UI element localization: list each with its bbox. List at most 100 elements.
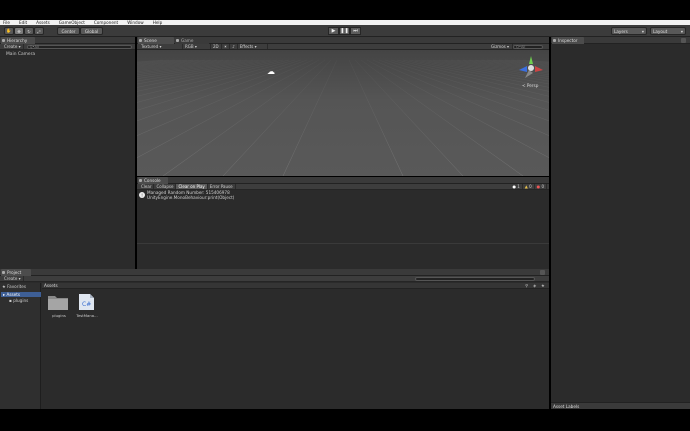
- tab-hierarchy[interactable]: Hierarchy: [1, 37, 35, 44]
- mode-2d-label: 2D: [213, 44, 219, 49]
- project-tree: ★ Favorites ▸ Assets ▪ plugins: [0, 283, 41, 409]
- inspector-icon: [553, 39, 556, 42]
- tab-project[interactable]: Project: [1, 269, 31, 276]
- persp-label[interactable]: < Persp: [522, 83, 538, 88]
- main-toolbar: ✋ ✥ ↻ ⤢ Center Global ▶ ❚❚ ⏭ Layers ▾ La…: [0, 25, 690, 37]
- scene-viewport[interactable]: ☁ < Persp: [137, 50, 549, 176]
- svg-text:C#: C#: [82, 301, 91, 308]
- step-button[interactable]: ⏭: [350, 27, 361, 35]
- light-toggle[interactable]: ☀: [222, 44, 231, 49]
- project-search-input[interactable]: [415, 276, 535, 281]
- tab-console-label: Console: [144, 178, 161, 183]
- console-clear-on-play-toggle[interactable]: Clear on Play: [176, 184, 208, 189]
- favorites-item[interactable]: ★ Favorites: [2, 284, 26, 289]
- sun-icon: ☀: [223, 44, 228, 49]
- asset-item-plugins[interactable]: plugins: [47, 293, 71, 318]
- camera-gizmo-icon[interactable]: ☁: [267, 67, 275, 76]
- project-create-button[interactable]: Create ▾: [2, 276, 24, 281]
- rotate-tool-button[interactable]: ↻: [24, 27, 34, 35]
- scene-icon: [139, 39, 142, 42]
- render-mode-dropdown[interactable]: RGB ▾: [183, 44, 211, 49]
- effects-dropdown[interactable]: Effects ▾: [238, 44, 268, 49]
- tab-scene-label: Scene: [144, 38, 157, 43]
- effects-label: Effects: [239, 44, 254, 49]
- console-entry-text: Managed Random Number: 515406978 UnityEn…: [147, 190, 235, 200]
- filter-icon[interactable]: ⚲: [525, 283, 528, 288]
- asset-labels-label: Asset Labels: [553, 403, 580, 409]
- console-entry-trace: UnityEngine.MonoBehaviour:print(Object): [147, 194, 235, 200]
- gizmos-dropdown[interactable]: Gizmos ▾: [489, 44, 513, 49]
- hierarchy-panel: Hierarchy Create ▾ Q•All Main Camera: [0, 37, 135, 269]
- panel-menu-icon[interactable]: [540, 270, 545, 275]
- console-clear-button[interactable]: Clear: [139, 184, 155, 189]
- folder-icon: ▸: [3, 292, 6, 297]
- tree-item-label: plugins: [13, 298, 29, 303]
- layout-label: Layout: [653, 28, 668, 34]
- console-error-pause-toggle[interactable]: Error Pause: [208, 184, 236, 189]
- layers-dropdown[interactable]: Layers ▾: [611, 27, 647, 35]
- pivot-global-button[interactable]: Global: [80, 27, 103, 35]
- project-panel: Project Create ▾ ★ Favorites ▸ Assets ▪ …: [0, 269, 549, 409]
- tab-inspector-label: Inspector: [558, 38, 578, 43]
- layout-dropdown[interactable]: Layout ▾: [650, 27, 686, 35]
- label-icon[interactable]: ◈: [533, 283, 536, 288]
- mode-2d-toggle[interactable]: 2D: [211, 44, 222, 49]
- create-label: Create: [4, 276, 18, 281]
- console-error-filter[interactable]: ● 0: [535, 184, 547, 189]
- tree-item-assets[interactable]: ▸ Assets: [1, 292, 41, 297]
- info-icon: !: [139, 192, 145, 198]
- error-count: 0: [541, 184, 544, 189]
- search-placeholder: Q•All: [29, 44, 39, 49]
- create-label: Create: [4, 44, 18, 49]
- scale-tool-button[interactable]: ⤢: [34, 27, 44, 35]
- tab-console[interactable]: Console: [138, 177, 168, 184]
- tree-item-label: Assets: [6, 292, 21, 297]
- move-tool-button[interactable]: ✥: [14, 27, 24, 35]
- tab-hierarchy-label: Hierarchy: [7, 38, 28, 43]
- hierarchy-create-button[interactable]: Create ▾: [2, 44, 24, 49]
- gizmos-label: Gizmos: [491, 44, 506, 49]
- tree-item-plugins[interactable]: ▪ plugins: [9, 298, 28, 303]
- hierarchy-item-main-camera[interactable]: Main Camera: [6, 52, 35, 57]
- game-icon: [176, 39, 179, 42]
- star-icon[interactable]: ★: [541, 283, 545, 288]
- console-log-filter[interactable]: ● 1: [510, 184, 523, 189]
- tab-inspector[interactable]: Inspector: [552, 37, 584, 44]
- clear-label: Clear: [141, 184, 152, 189]
- pivot-center-button[interactable]: Center: [57, 27, 80, 35]
- rotate-icon: ↻: [27, 28, 31, 34]
- asset-labels-bar[interactable]: Asset Labels: [551, 402, 690, 409]
- favorites-label: Favorites: [7, 284, 27, 289]
- play-button[interactable]: ▶: [328, 27, 339, 35]
- log-count: 1: [517, 184, 520, 189]
- collapse-label: Collapse: [156, 184, 174, 189]
- project-toolbar: Create ▾: [0, 276, 549, 282]
- warning-count: 0: [529, 184, 532, 189]
- layers-label: Layers: [614, 28, 628, 34]
- asset-item-testmana[interactable]: C# TestMana...: [75, 293, 99, 318]
- project-tabbar: Project: [0, 269, 549, 276]
- scene-search-input[interactable]: Q•All: [513, 44, 543, 49]
- breadcrumb-assets[interactable]: Assets: [44, 283, 58, 288]
- step-icon: ⏭: [353, 28, 358, 34]
- scene-grid: [137, 59, 549, 176]
- console-entry[interactable]: ! Managed Random Number: 515406978 Unity…: [137, 190, 549, 201]
- star-icon: ★: [2, 284, 6, 289]
- tab-game[interactable]: Game: [175, 37, 209, 44]
- console-warning-filter[interactable]: ▲ 0: [523, 184, 535, 189]
- shading-mode-dropdown[interactable]: Textured ▾: [139, 44, 183, 49]
- error-pause-label: Error Pause: [209, 184, 233, 189]
- console-collapse-toggle[interactable]: Collapse: [154, 184, 177, 189]
- tab-scene[interactable]: Scene: [138, 37, 174, 44]
- panel-menu-icon[interactable]: [681, 38, 686, 43]
- hierarchy-search-input[interactable]: Q•All: [26, 44, 132, 49]
- hand-tool-button[interactable]: ✋: [4, 27, 14, 35]
- orientation-gizmo-icon[interactable]: [517, 54, 545, 82]
- global-label: Global: [84, 28, 99, 34]
- inspector-panel: Inspector Asset Labels: [551, 37, 690, 409]
- hierarchy-toolbar: Create ▾ Q•All: [0, 44, 135, 50]
- audio-toggle[interactable]: ♪: [230, 44, 238, 49]
- pause-button[interactable]: ❚❚: [339, 27, 350, 35]
- chevron-down-icon: ▾: [641, 28, 644, 34]
- breadcrumb: Assets ⚲ ◈ ★: [42, 283, 549, 289]
